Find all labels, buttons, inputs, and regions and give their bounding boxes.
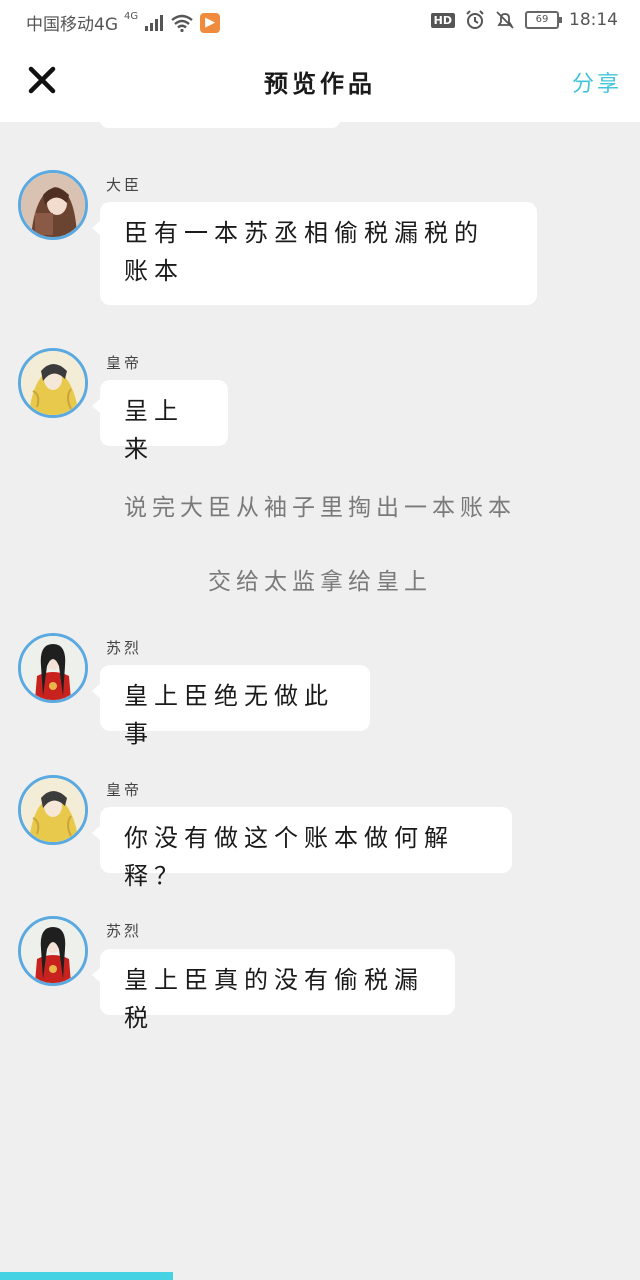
sender-name: 苏烈 bbox=[106, 639, 143, 657]
app-notification-icon: ▶ bbox=[200, 12, 221, 33]
message-text: 呈上来 bbox=[124, 397, 184, 463]
emperor-avatar[interactable] bbox=[18, 348, 88, 418]
sender-name: 大臣 bbox=[106, 176, 143, 194]
page-title: 预览作品 bbox=[264, 69, 376, 98]
message-text: 皇上臣绝无做此事 bbox=[124, 682, 334, 748]
message-text: 皇上臣真的没有偷税漏税 bbox=[124, 966, 424, 1032]
message-text: 臣有一本苏丞相偷税漏税的账本 bbox=[124, 219, 484, 285]
progress-fill bbox=[0, 1272, 173, 1280]
message-bubble[interactable]: 臣有一本苏丞相偷税漏税的账本 bbox=[92, 202, 537, 305]
minister-avatar[interactable] bbox=[18, 170, 88, 240]
share-button[interactable]: 分享 bbox=[572, 66, 622, 98]
network-badge: 4G bbox=[124, 11, 139, 22]
narration-text: 交给太监拿给皇上 bbox=[208, 569, 432, 595]
sender-name: 皇帝 bbox=[106, 781, 143, 799]
wifi-icon bbox=[171, 14, 193, 32]
sulie-avatar[interactable] bbox=[18, 633, 88, 703]
sulie-avatar[interactable] bbox=[18, 916, 88, 986]
narration-text: 说完大臣从袖子里掏出一本账本 bbox=[124, 495, 516, 521]
notifications-off-icon bbox=[496, 11, 514, 29]
message-bubble[interactable]: 皇上臣绝无做此事 bbox=[92, 665, 370, 748]
sender-name: 苏烈 bbox=[106, 922, 143, 940]
message-bubble[interactable]: 皇上臣真的没有偷税漏税 bbox=[92, 949, 455, 1032]
hd-icon: HD bbox=[430, 12, 455, 28]
playback-progress-bar[interactable] bbox=[0, 1272, 640, 1280]
battery-level: 69 bbox=[535, 14, 549, 25]
signal-icon bbox=[145, 14, 164, 31]
message-text: 你没有做这个账本做何解释？ bbox=[124, 824, 454, 890]
status-bar: 中国移动4G 4G ▶ HD 69 18:14 bbox=[0, 0, 640, 44]
clock: 18:14 bbox=[569, 10, 618, 30]
title-bar: 预览作品 分享 bbox=[0, 44, 640, 122]
chat-preview[interactable]: 大臣 臣有一本苏丞相偷税漏税的账本 皇帝 呈上来 说完大臣从袖子里掏出一本账本 … bbox=[0, 122, 640, 1272]
alarm-icon bbox=[466, 10, 484, 29]
previous-message-bubble bbox=[100, 122, 340, 128]
emperor-avatar[interactable] bbox=[18, 775, 88, 845]
battery-icon: 69 bbox=[525, 11, 562, 29]
sender-name: 皇帝 bbox=[106, 354, 143, 372]
message-bubble[interactable]: 你没有做这个账本做何解释？ bbox=[92, 807, 512, 890]
carrier-label: 中国移动4G bbox=[26, 15, 118, 35]
message-bubble[interactable]: 呈上来 bbox=[92, 380, 228, 463]
